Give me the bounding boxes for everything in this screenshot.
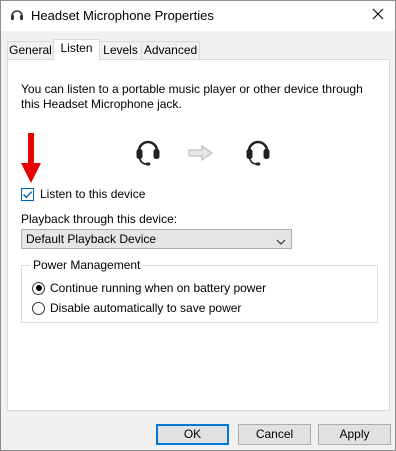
arrow-right-icon xyxy=(188,145,214,164)
radio-continue[interactable] xyxy=(32,281,45,295)
title-bar: Headset Microphone Properties xyxy=(1,1,395,31)
tab-listen[interactable]: Listen xyxy=(53,39,100,61)
close-button[interactable] xyxy=(361,1,395,30)
radio-continue-row[interactable]: Continue running when on battery power xyxy=(32,280,266,296)
target-headset-icon xyxy=(245,137,271,170)
listen-checkbox[interactable] xyxy=(21,187,34,201)
ok-button[interactable]: OK xyxy=(156,424,229,445)
radio-continue-label: Continue running when on battery power xyxy=(50,281,267,295)
window-title: Headset Microphone Properties xyxy=(31,8,214,23)
chevron-down-icon xyxy=(276,234,286,252)
radio-disable-label: Disable automatically to save power xyxy=(50,301,242,315)
listen-panel: You can listen to a portable music playe… xyxy=(7,59,390,411)
headset-icon xyxy=(9,7,25,23)
playback-device-value: Default Playback Device xyxy=(26,232,157,246)
radio-disable-row[interactable]: Disable automatically to save power xyxy=(32,300,241,316)
tab-advanced[interactable]: Advanced xyxy=(141,41,200,60)
source-headset-icon xyxy=(135,137,161,170)
listen-description: You can listen to a portable music playe… xyxy=(21,82,363,111)
radio-disable[interactable] xyxy=(32,301,45,315)
power-management-group: Power Management Continue running when o… xyxy=(21,258,378,323)
close-icon xyxy=(372,8,384,23)
power-management-title: Power Management xyxy=(30,258,144,272)
playback-label: Playback through this device: xyxy=(21,212,178,226)
playback-device-select[interactable]: Default Playback Device xyxy=(21,229,292,249)
annotation-arrow-icon xyxy=(21,133,41,188)
properties-dialog: Headset Microphone Properties General Li… xyxy=(0,0,396,451)
listen-checkbox-row[interactable]: Listen to this device xyxy=(21,186,145,202)
listen-checkbox-label: Listen to this device xyxy=(40,187,146,201)
apply-button[interactable]: Apply xyxy=(318,424,391,445)
cancel-button[interactable]: Cancel xyxy=(238,424,311,445)
tab-general[interactable]: General xyxy=(7,41,54,60)
tab-levels[interactable]: Levels xyxy=(99,41,142,60)
